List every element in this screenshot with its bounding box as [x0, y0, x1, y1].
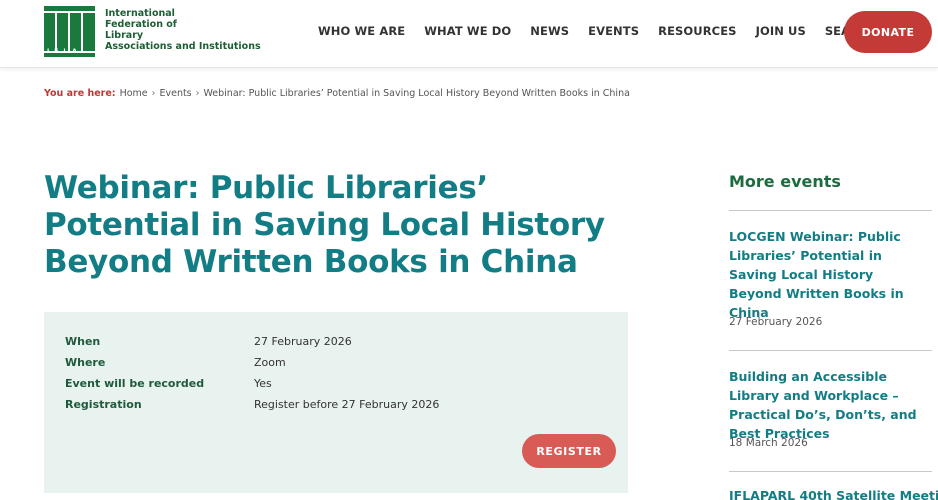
breadcrumb-separator: › — [151, 88, 156, 99]
detail-label: Where — [65, 356, 106, 369]
nav-join-us[interactable]: JOIN US — [756, 24, 806, 38]
nav-resources[interactable]: RESOURCES — [658, 24, 736, 38]
sidebar-event-link[interactable]: LOCGEN Webinar: Public Libraries’ Potent… — [729, 227, 929, 322]
nav-who-we-are[interactable]: WHO WE ARE — [318, 24, 405, 38]
nav-events[interactable]: EVENTS — [588, 24, 639, 38]
breadcrumb-separator: › — [195, 88, 200, 99]
logo-abbreviation: IFLA — [47, 48, 82, 55]
sidebar-event-link[interactable]: Building an Accessible Library and Workp… — [729, 367, 929, 443]
breadcrumb: You are here: Home › Events › Webinar: P… — [44, 88, 630, 99]
breadcrumb-events[interactable]: Events — [159, 88, 191, 99]
logo-name-line: Federation of — [105, 19, 177, 30]
detail-value: Yes — [254, 377, 272, 390]
sidebar-event-link[interactable]: IFLAPARL 40th Satellite Meeting — [729, 486, 938, 500]
detail-row-where: Where Zoom — [65, 356, 286, 369]
event-details-box: When 27 February 2026 Where Zoom Event w… — [44, 312, 628, 493]
sidebar-divider — [729, 471, 932, 472]
logo-name-line: Library — [105, 30, 144, 41]
ifla-logo-mark: IFLA — [44, 6, 95, 57]
logo-name-line: International — [105, 8, 175, 19]
logo-name: International Federation of Library Asso… — [105, 8, 261, 52]
sidebar-event-date: 18 March 2026 — [729, 437, 808, 449]
detail-label: When — [65, 335, 101, 348]
logo-name-line: Associations and Institutions — [105, 41, 261, 52]
detail-value: Zoom — [254, 356, 286, 369]
breadcrumb-current: Webinar: Public Libraries’ Potential in … — [203, 88, 630, 99]
detail-row-when: When 27 February 2026 — [65, 335, 352, 348]
breadcrumb-home[interactable]: Home — [120, 88, 148, 99]
site-header: IFLA International Federation of Library… — [0, 0, 938, 68]
breadcrumb-label: You are here: — [44, 88, 116, 99]
sidebar-divider — [729, 210, 932, 211]
sidebar-event-date: 27 February 2026 — [729, 316, 823, 328]
register-button[interactable]: REGISTER — [522, 434, 616, 468]
nav-news[interactable]: NEWS — [530, 24, 569, 38]
more-events-title: More events — [729, 172, 841, 191]
nav-what-we-do[interactable]: WHAT WE DO — [424, 24, 511, 38]
sidebar-divider — [729, 350, 932, 351]
detail-row-registration: Registration Register before 27 February… — [65, 398, 439, 411]
detail-label: Event will be recorded — [65, 377, 205, 390]
detail-value: Register before 27 February 2026 — [254, 398, 440, 411]
ifla-logo[interactable]: IFLA International Federation of Library… — [44, 6, 261, 57]
detail-row-recorded: Event will be recorded Yes — [65, 377, 272, 390]
page-title: Webinar: Public Libraries’ Potential in … — [44, 170, 605, 280]
detail-value: 27 February 2026 — [254, 335, 352, 348]
donate-button[interactable]: DONATE — [844, 11, 932, 53]
detail-label: Registration — [65, 398, 142, 411]
main-nav: WHO WE ARE WHAT WE DO NEWS EVENTS RESOUR… — [318, 23, 893, 38]
